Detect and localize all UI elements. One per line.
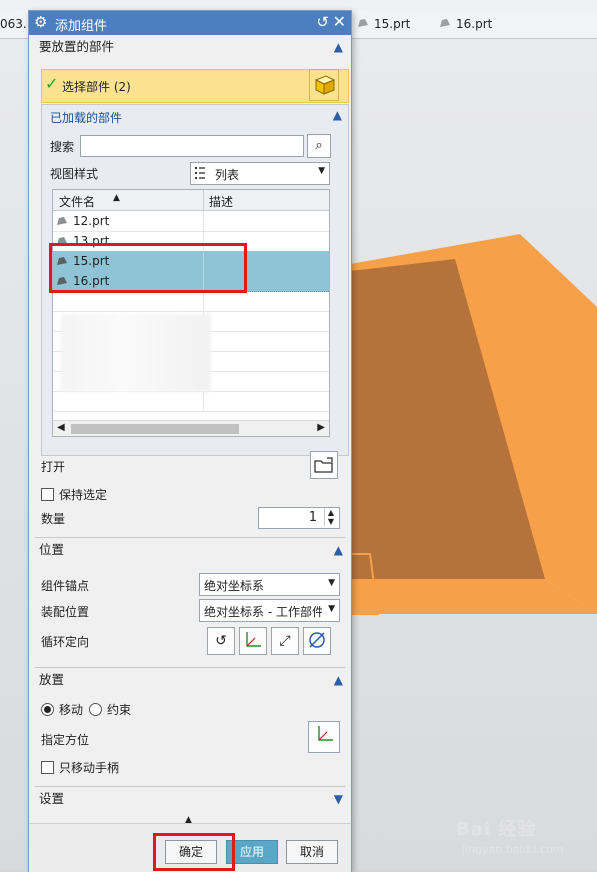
- chevron-up-icon[interactable]: ▲: [334, 538, 343, 562]
- move-handles-label: 只移动手柄: [59, 761, 120, 775]
- section-parts-header[interactable]: 要放置的部件 ▲: [29, 35, 351, 59]
- section-settings-header[interactable]: 设置 ▼: [29, 787, 351, 811]
- part-file-icon: [440, 19, 450, 27]
- table-row[interactable]: 12.prt: [53, 211, 329, 232]
- constraint-radio[interactable]: [89, 703, 102, 716]
- select-part-label: 选择部件 (2): [62, 80, 131, 94]
- scroll-right-icon[interactable]: ▶: [317, 422, 325, 433]
- anchor-value: 绝对坐标系: [204, 579, 265, 593]
- reverse-direction-icon[interactable]: ⤢: [271, 627, 299, 655]
- gear-icon: ⚙: [34, 13, 48, 31]
- horizontal-scrollbar[interactable]: ◀ ▶: [53, 420, 329, 436]
- loaded-parts-title: 已加载的部件: [50, 111, 123, 125]
- file-tab-label: 16.prt: [456, 17, 493, 31]
- keep-selected-label: 保持选定: [59, 488, 108, 502]
- file-tab[interactable]: 16.prt: [438, 10, 492, 38]
- anchor-label: 组件锚点: [41, 579, 90, 593]
- watermark-url: jingyan.baidu.com: [462, 843, 564, 856]
- quantity-label: 数量: [41, 512, 66, 526]
- list-icon: [195, 167, 205, 179]
- table-row[interactable]: [53, 391, 329, 412]
- chevron-up-icon[interactable]: ▲: [334, 35, 343, 59]
- section-placement-header[interactable]: 放置 ▲: [29, 668, 351, 692]
- parts-table: 文件名 ▲ 描述 12.prt 13.prt 15.prt 16.prt ◀ ▶: [52, 189, 330, 437]
- move-handles-checkbox[interactable]: [41, 761, 54, 774]
- table-header: 文件名 ▲ 描述: [53, 190, 329, 211]
- select-part-row[interactable]: ✓ 选择部件 (2): [41, 69, 349, 103]
- chevron-up-icon[interactable]: ▲: [333, 108, 342, 122]
- section-placement-title: 放置: [39, 672, 65, 687]
- rotate-icon[interactable]: ↺: [207, 627, 235, 655]
- move-label: 移动: [59, 703, 84, 717]
- quantity-stepper[interactable]: 1 ▲ ▼: [258, 507, 340, 529]
- view-style-label: 视图样式: [50, 167, 99, 181]
- cancel-button[interactable]: 取消: [286, 840, 338, 864]
- csys-icon[interactable]: [239, 627, 267, 655]
- search-icon[interactable]: ⌕: [307, 134, 331, 158]
- chevron-down-icon: ▼: [318, 166, 325, 176]
- scroll-left-icon[interactable]: ◀: [57, 422, 65, 433]
- swap-orientation-icon[interactable]: [303, 627, 331, 655]
- search-label: 搜索: [50, 140, 75, 154]
- file-tab[interactable]: 063.: [0, 10, 27, 38]
- view-style-select[interactable]: 列表 ▼: [190, 162, 330, 185]
- file-tab[interactable]: 15.prt: [356, 10, 410, 38]
- section-position-title: 位置: [39, 542, 65, 557]
- section-settings: 设置 ▼: [29, 786, 351, 811]
- cube-icon: [314, 75, 336, 95]
- assembly-position-value: 绝对坐标系 - 工作部件: [204, 605, 322, 619]
- section-position: 位置 ▲: [29, 537, 351, 562]
- table-row[interactable]: [53, 291, 329, 312]
- reset-icon[interactable]: ↺: [316, 14, 329, 30]
- section-parts-title: 要放置的部件: [39, 39, 115, 54]
- section-placement: 放置 ▲: [29, 667, 351, 692]
- dialog-title: 添加组件: [55, 19, 108, 34]
- anchor-select[interactable]: 绝对坐标系 ▼: [199, 573, 340, 596]
- section-position-header[interactable]: 位置 ▲: [29, 538, 351, 562]
- chevron-down-icon: ▼: [328, 578, 335, 588]
- blurred-region: [61, 314, 211, 392]
- table-cell-filename: 12.prt: [73, 214, 110, 228]
- cycle-orientation-label: 循环定向: [41, 635, 90, 649]
- view-style-value: 列表: [215, 168, 240, 182]
- column-header-filename[interactable]: 文件名: [59, 193, 95, 210]
- assembly-position-select[interactable]: 绝对坐标系 - 工作部件 ▼: [199, 599, 340, 622]
- file-tab-label: 15.prt: [374, 17, 411, 31]
- chevron-down-icon[interactable]: ▼: [334, 787, 343, 811]
- close-icon[interactable]: ✕: [333, 13, 346, 31]
- part-file-icon: [358, 19, 368, 27]
- check-icon: ✓: [45, 74, 59, 93]
- open-folder-icon[interactable]: [310, 451, 338, 479]
- constraint-label: 约束: [107, 703, 132, 717]
- watermark-brand: Bai 经验: [456, 819, 537, 840]
- open-label: 打开: [41, 460, 66, 474]
- move-radio[interactable]: [41, 703, 54, 716]
- dialog-titlebar[interactable]: ⚙ 添加组件 ↺ ✕: [29, 11, 351, 35]
- column-header-description[interactable]: 描述: [209, 193, 233, 210]
- file-tab-label: 063.: [0, 17, 27, 31]
- orientation-label: 指定方位: [41, 733, 90, 747]
- section-settings-title: 设置: [39, 791, 65, 806]
- chevron-up-icon[interactable]: ▲: [334, 668, 343, 692]
- add-component-dialog: ⚙ 添加组件 ↺ ✕ 要放置的部件 ▲ ✓ 选择部件 (2) 已加载的部件 ▲ …: [28, 10, 352, 872]
- highlight-box: [49, 243, 247, 293]
- scroll-thumb[interactable]: [71, 424, 239, 434]
- keep-selected-checkbox[interactable]: [41, 488, 54, 501]
- sort-up-icon: ▲: [113, 193, 120, 203]
- part-file-icon: [57, 217, 67, 225]
- chevron-down-icon: ▼: [328, 604, 335, 614]
- csys-orient-icon[interactable]: [308, 721, 340, 753]
- cube-select-button[interactable]: [309, 69, 339, 101]
- stepper-arrows-icon[interactable]: ▲ ▼: [324, 508, 337, 526]
- highlight-box: [153, 833, 235, 871]
- quantity-value: 1: [308, 510, 317, 525]
- search-input[interactable]: [80, 135, 304, 157]
- assembly-position-label: 装配位置: [41, 605, 90, 619]
